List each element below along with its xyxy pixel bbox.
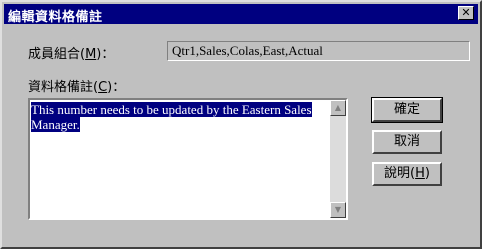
- edit-cell-note-dialog: 編輯資料格備註 ✕ 成員組合(M)： Qtr1,Sales,Colas,East…: [0, 0, 482, 249]
- title-bar[interactable]: 編輯資料格備註 ✕: [4, 4, 478, 25]
- scroll-up-icon: ▲: [334, 103, 342, 112]
- cell-note-text[interactable]: This number needs to be updated by the E…: [31, 102, 327, 132]
- vertical-scrollbar[interactable]: ▲ ▼: [330, 100, 346, 218]
- ok-button[interactable]: 確定: [371, 97, 443, 123]
- cell-note-textarea[interactable]: This number needs to be updated by the E…: [28, 98, 348, 220]
- scroll-down-button[interactable]: ▼: [330, 202, 346, 218]
- scroll-up-button[interactable]: ▲: [330, 100, 346, 116]
- member-label: 成員組合(M)：: [28, 47, 115, 62]
- scroll-down-icon: ▼: [334, 205, 342, 214]
- cancel-button[interactable]: 取消: [372, 130, 442, 154]
- note-label: 資料格備註(C)：: [28, 80, 126, 95]
- member-combination-field: Qtr1,Sales,Colas,East,Actual: [167, 41, 470, 61]
- close-icon: ✕: [461, 6, 471, 19]
- close-button[interactable]: ✕: [458, 6, 474, 20]
- window-title: 編輯資料格備註: [8, 10, 103, 25]
- help-button[interactable]: 說明(H): [372, 162, 442, 186]
